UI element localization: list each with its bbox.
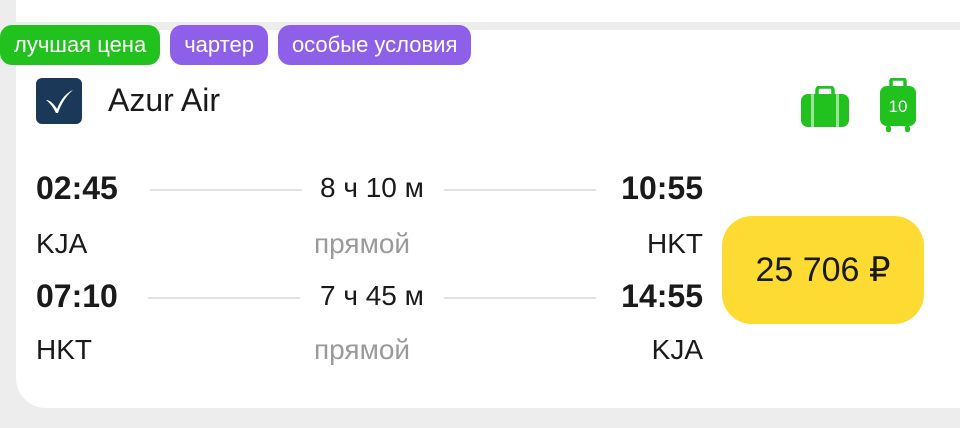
suitcase-icon[interactable]: 10 <box>878 77 918 134</box>
previous-card-bottom <box>16 0 960 22</box>
flight-type-1: прямой <box>314 228 411 259</box>
flight-type-2: прямой <box>314 334 411 365</box>
origin-airport-1: KJA <box>36 228 88 259</box>
flight-duration-2: 7 ч 45 м <box>320 280 424 311</box>
price-button[interactable]: 25 706 ₽ <box>722 216 924 324</box>
briefcase-icon[interactable] <box>800 85 850 128</box>
checked-weight-label: 10 <box>889 97 908 116</box>
route-line <box>148 297 300 299</box>
badge-row: лучшая цена чартер особые условия <box>0 25 472 65</box>
airline-name: Azur Air <box>108 82 221 118</box>
special-conditions-badge[interactable]: особые условия <box>277 25 472 65</box>
route-line <box>444 297 596 299</box>
departure-time-1: 02:45 <box>36 170 118 206</box>
destination-airport-1: HKT <box>647 228 703 259</box>
airline-logo-icon <box>36 78 82 124</box>
best-price-badge: лучшая цена <box>0 25 161 65</box>
route-line <box>444 189 596 191</box>
flight-duration-1: 8 ч 10 м <box>320 172 424 203</box>
arrival-time-2: 14:55 <box>621 278 703 314</box>
route-line <box>150 189 302 191</box>
departure-time-2: 07:10 <box>36 278 118 314</box>
arrival-time-1: 10:55 <box>621 170 703 206</box>
destination-airport-2: KJA <box>651 334 703 365</box>
origin-airport-2: HKT <box>36 334 92 365</box>
charter-badge: чартер <box>170 25 268 65</box>
